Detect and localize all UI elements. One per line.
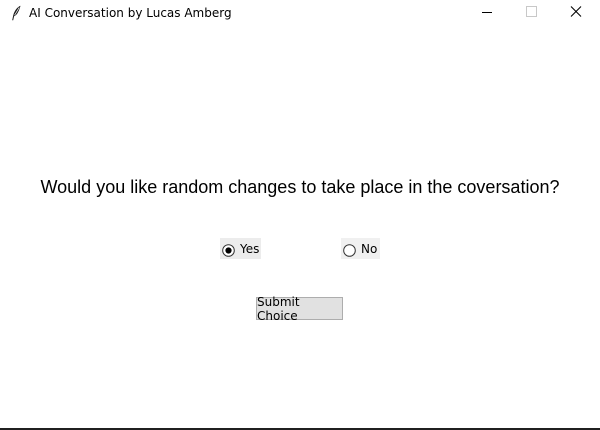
radio-unselected-icon[interactable] — [343, 242, 356, 257]
app-window: AI Conversation by Lucas Amberg Would yo… — [0, 0, 600, 430]
feather-icon — [10, 5, 22, 21]
minimize-icon — [482, 12, 492, 13]
minimize-button[interactable] — [464, 0, 510, 26]
window-title: AI Conversation by Lucas Amberg — [29, 6, 232, 20]
close-icon — [570, 6, 582, 17]
maximize-button[interactable] — [509, 0, 555, 26]
radio-selected-icon[interactable] — [222, 242, 235, 257]
submit-choice-button[interactable]: Submit Choice — [256, 295, 343, 323]
maximize-icon — [526, 6, 537, 17]
radio-label-no: No — [361, 241, 378, 256]
radio-option-no[interactable]: No — [341, 238, 380, 259]
question-text: Would you like random changes to take pl… — [40, 177, 560, 197]
close-button[interactable] — [554, 0, 600, 26]
radio-option-yes[interactable]: Yes — [220, 238, 261, 259]
title-bar[interactable]: AI Conversation by Lucas Amberg — [0, 0, 600, 26]
radio-label-yes: Yes — [240, 241, 260, 256]
